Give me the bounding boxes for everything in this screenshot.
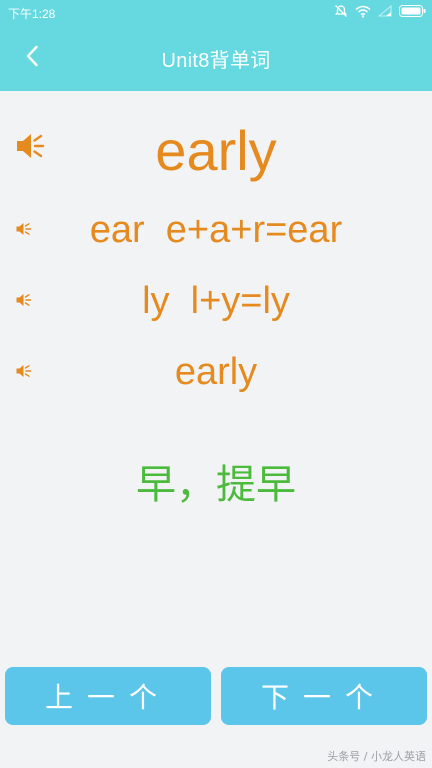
- previous-button[interactable]: 上一个: [5, 667, 211, 725]
- word-part-text: early: [174, 351, 258, 393]
- word-part-text: ear e+a+r=ear: [89, 209, 343, 251]
- mute-icon: [334, 4, 348, 18]
- status-icons: [334, 4, 426, 18]
- watermark: 头条号 / 小龙人英语: [327, 750, 426, 763]
- status-time: 下午1:28: [8, 7, 56, 21]
- main-word-text: early: [155, 119, 277, 182]
- battery-icon: [399, 5, 426, 17]
- word-part-row: ly l+y=ly: [0, 278, 432, 326]
- main-word-row: early: [0, 112, 432, 186]
- header: 下午1:28 Unit8背单词: [0, 0, 432, 91]
- word-part-row: early: [0, 349, 432, 397]
- app-screen: 下午1:28 Unit8背单词 early ear e+a+r=ear ly l…: [0, 0, 432, 768]
- page-title: Unit8背单词: [161, 50, 271, 72]
- word-meaning: 早，提早: [136, 462, 296, 508]
- signal-icon: [378, 5, 392, 17]
- word-part-row: ear e+a+r=ear: [0, 207, 432, 255]
- wifi-icon: [355, 5, 371, 18]
- status-bar: 下午1:28: [0, 0, 432, 24]
- next-button[interactable]: 下一个: [221, 667, 427, 725]
- word-part-text: ly l+y=ly: [142, 280, 290, 322]
